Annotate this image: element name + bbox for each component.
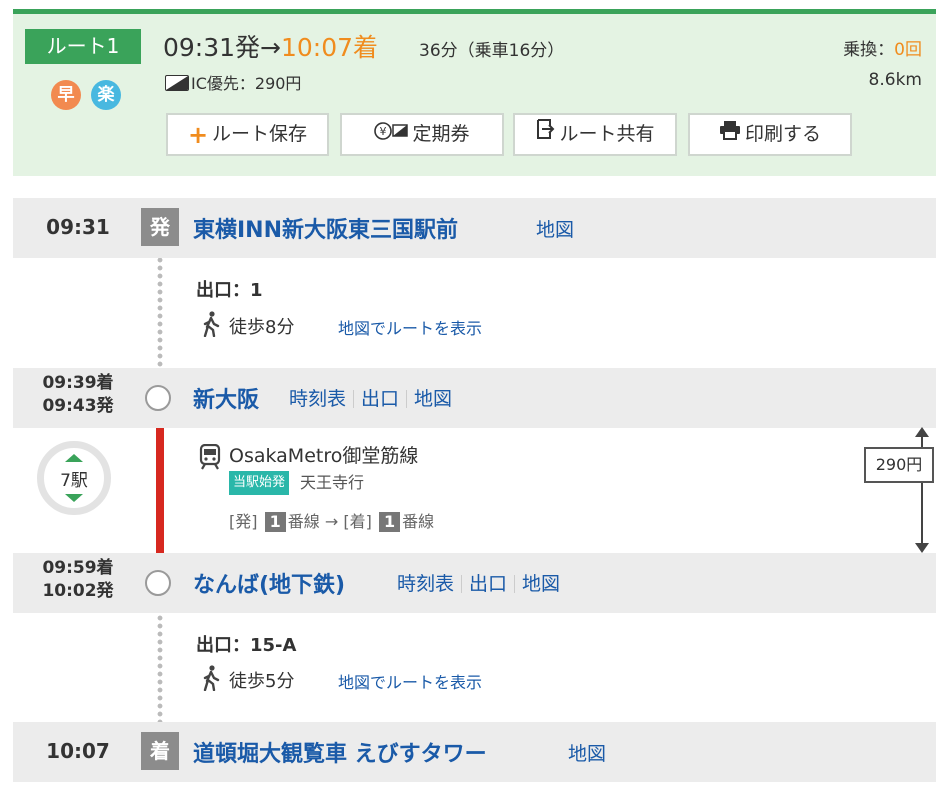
expand-down-icon[interactable] (65, 494, 83, 502)
transfer-count-value: 0回 (894, 40, 922, 60)
fare-text: IC優先：290円 (191, 74, 302, 93)
station2-walk-duration: 徒歩5分 (229, 671, 295, 692)
end-station-name[interactable]: 道頓堀大観覧車 えびすタワー (193, 736, 487, 768)
station1-timetable-link[interactable]: 時刻表 (289, 388, 346, 410)
station2-arrive-time: 09:59着 (42, 558, 114, 578)
arrive-marker: 着 (141, 732, 179, 770)
station2-name[interactable]: なんば(地下鉄) (193, 567, 345, 599)
transfer-count: 乗換：0回 (843, 35, 922, 60)
fare-range-down-arrow-icon (915, 543, 929, 553)
platform-arrow: → (324, 512, 339, 531)
station1-depart-time: 09:43発 (42, 396, 114, 416)
platform-info: [発] 1 番線 → [着] 1 番線 (229, 508, 434, 532)
link-separator (353, 390, 355, 408)
arrive-time: 10:07着 (281, 33, 379, 62)
stops-count: 7駅 (60, 471, 88, 491)
save-route-label: ルート保存 (212, 123, 308, 145)
walk-dotted-line (157, 240, 163, 386)
print-label: 印刷する (744, 123, 821, 145)
commuter-pass-label: 定期券 (412, 123, 470, 145)
start-walk-duration: 徒歩8分 (229, 317, 295, 338)
svg-text:¥: ¥ (380, 125, 387, 138)
platform-arrive-number: 1 (378, 512, 401, 532)
origin-station-badge: 当駅始発 (229, 471, 290, 495)
arrow-text: → (260, 33, 281, 62)
ic-card-icon (165, 75, 189, 91)
station2-walk-map-link[interactable]: 地図でルートを表示 (338, 669, 482, 693)
station1-exit-link[interactable]: 出口 (361, 388, 399, 410)
end-time: 10:07 (46, 739, 110, 763)
line-name: OsakaMetro御堂筋線 (229, 445, 419, 467)
walking-icon (201, 665, 221, 692)
distance: 8.6km (868, 70, 922, 90)
walk-dotted-line (157, 598, 163, 732)
start-map-link-text[interactable]: 地図 (536, 219, 574, 241)
fare-summary: IC優先：290円 (165, 70, 301, 94)
link-separator (514, 575, 516, 593)
station2-exit: 出口：15-A (196, 635, 297, 656)
print-button[interactable]: 印刷する (688, 113, 852, 156)
walking-icon (201, 311, 221, 338)
station1-map-link[interactable]: 地図 (414, 388, 452, 410)
station1-arrive-time: 09:39着 (42, 373, 114, 393)
segment-fare: 290円 (864, 447, 934, 483)
link-separator (461, 575, 463, 593)
platform-line-label: 番線 (287, 512, 320, 531)
printer-icon (719, 115, 741, 154)
station2-map-link[interactable]: 地図 (522, 573, 560, 595)
transfer-label: 乗換： (843, 40, 895, 60)
station1-times: 09:39着 09:43発 (20, 372, 136, 418)
easy-icon: 楽 (91, 80, 121, 110)
end-map-link-text[interactable]: 地図 (568, 743, 606, 765)
station2-depart-time: 10:02発 (42, 581, 114, 601)
save-route-button[interactable]: + ルート保存 (166, 113, 329, 156)
expand-up-icon[interactable] (65, 454, 83, 462)
station1-name[interactable]: 新大阪 (193, 382, 259, 414)
end-map-link[interactable]: 地図 (568, 739, 606, 766)
fare-range-up-arrow-icon (915, 427, 929, 437)
platform-depart-number: 1 (264, 512, 286, 532)
station-node-icon (145, 385, 171, 411)
platform-arrive-label: [着] (343, 512, 372, 531)
train-icon (199, 443, 221, 474)
share-route-button[interactable]: ルート共有 (513, 113, 677, 156)
platform-depart-label: [発] (229, 512, 258, 531)
station2-timetable-link[interactable]: 時刻表 (397, 573, 454, 595)
platform-line-label: 番線 (402, 512, 435, 531)
start-walk-map-link[interactable]: 地図でルートを表示 (338, 315, 482, 339)
share-icon (535, 115, 555, 154)
station-node-icon (145, 570, 171, 596)
duration: 36分（乗車16分） (419, 41, 565, 61)
share-route-label: ルート共有 (559, 123, 655, 145)
commuter-pass-button[interactable]: ¥ 定期券 (340, 113, 504, 156)
time-summary: 09:31発→10:07着 (163, 28, 378, 64)
start-time: 09:31 (46, 215, 110, 239)
station2-exit-link[interactable]: 出口 (469, 573, 507, 595)
commuter-pass-icon: ¥ (374, 115, 409, 154)
train-line-segment (156, 410, 164, 570)
fast-icon: 早 (51, 80, 81, 110)
link-separator (406, 390, 408, 408)
route-number-badge: ルート1 (25, 29, 141, 64)
start-map-link[interactable]: 地図 (536, 215, 574, 242)
start-exit: 出口：1 (196, 280, 263, 301)
depart-time: 09:31発 (163, 33, 261, 62)
start-station-name[interactable]: 東横INN新大阪東三国駅前 (193, 212, 458, 244)
depart-marker: 発 (141, 208, 179, 246)
station2-times: 09:59着 10:02発 (20, 557, 136, 603)
train-direction: 天王寺行 (300, 473, 365, 492)
plus-icon: + (187, 120, 209, 149)
station1-links: 時刻表 出口 地図 (289, 384, 452, 411)
station2-links: 時刻表 出口 地図 (397, 569, 560, 596)
